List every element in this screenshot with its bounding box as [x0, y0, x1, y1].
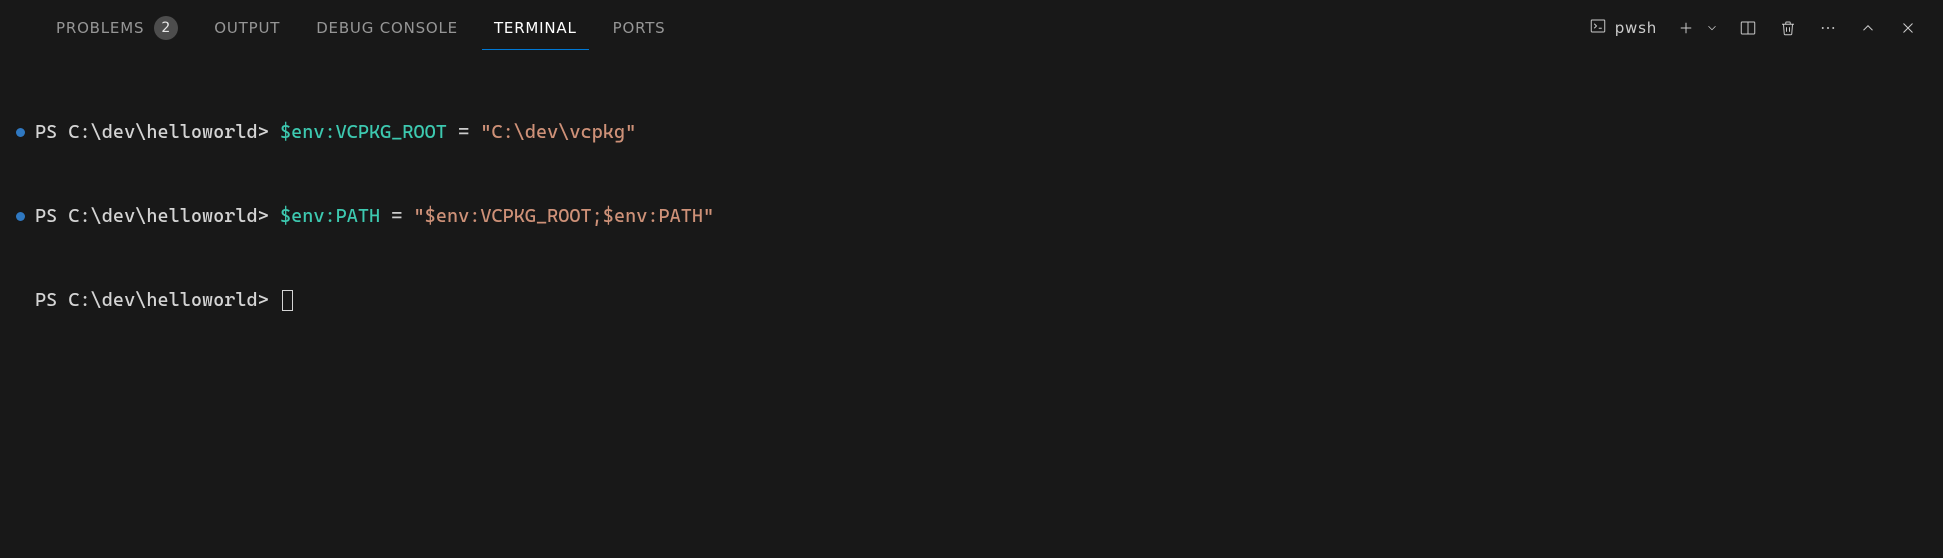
tab-label: TERMINAL [494, 19, 577, 37]
new-terminal-button[interactable] [1675, 17, 1697, 39]
close-panel-button[interactable] [1897, 17, 1919, 39]
variable-name: $env:VCPKG_ROOT [280, 118, 447, 146]
terminal-view[interactable]: PS C:\dev\helloworld> $env:VCPKG_ROOT = … [0, 56, 1943, 558]
ps-prompt: PS C:\dev\helloworld> [35, 202, 269, 230]
line-modified-dot-icon [16, 128, 25, 137]
split-terminal-button[interactable] [1737, 17, 1759, 39]
tab-label: DEBUG CONSOLE [316, 19, 458, 37]
terminal-line: PS C:\dev\helloworld> [16, 286, 1943, 314]
terminal-cursor [282, 290, 293, 311]
ps-prompt: PS C:\dev\helloworld> [35, 286, 269, 314]
panel-header: PROBLEMS 2 OUTPUT DEBUG CONSOLE TERMINAL… [0, 0, 1943, 56]
tab-output[interactable]: OUTPUT [196, 0, 298, 56]
tab-label: PROBLEMS [56, 19, 144, 37]
tab-terminal[interactable]: TERMINAL [476, 0, 595, 56]
tab-label: PORTS [613, 19, 666, 37]
line-modified-dot-icon [16, 212, 25, 221]
tab-problems[interactable]: PROBLEMS 2 [38, 0, 196, 56]
panel-tabs: PROBLEMS 2 OUTPUT DEBUG CONSOLE TERMINAL… [38, 0, 684, 56]
more-actions-button[interactable] [1817, 17, 1839, 39]
variable-name: $env:PATH [280, 202, 380, 230]
terminal-dropdown-button[interactable] [1705, 17, 1719, 39]
problems-badge: 2 [154, 16, 178, 40]
ps-prompt: PS C:\dev\helloworld> [35, 118, 269, 146]
string-literal: "$env:VCPKG_ROOT;$env:PATH" [414, 202, 715, 230]
terminal-line: PS C:\dev\helloworld> $env:PATH = "$env:… [16, 202, 1943, 230]
assign-op: = [447, 118, 480, 146]
kill-terminal-button[interactable] [1777, 17, 1799, 39]
terminal-icon [1589, 17, 1607, 39]
tab-label: OUTPUT [214, 19, 280, 37]
string-literal: "C:\dev\vcpkg" [480, 118, 636, 146]
tab-debug-console[interactable]: DEBUG CONSOLE [298, 0, 476, 56]
tab-ports[interactable]: PORTS [595, 0, 684, 56]
maximize-panel-button[interactable] [1857, 17, 1879, 39]
panel-actions: pwsh [1589, 17, 1919, 39]
shell-selector[interactable]: pwsh [1589, 17, 1657, 39]
assign-op: = [380, 202, 413, 230]
shell-name: pwsh [1615, 19, 1657, 37]
terminal-line: PS C:\dev\helloworld> $env:VCPKG_ROOT = … [16, 118, 1943, 146]
